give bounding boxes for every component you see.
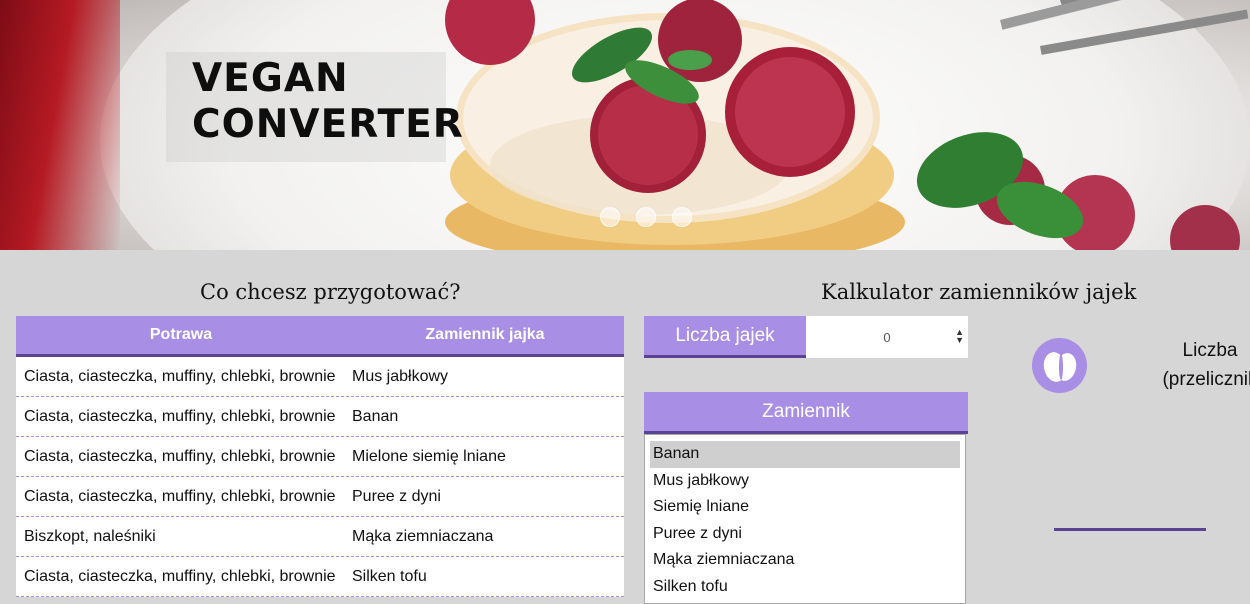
substitute-listbox[interactable]: Banan Mus jabłkowy Siemię lniane Puree z…	[644, 434, 966, 604]
egg-count-label: Liczba jajek	[644, 316, 806, 358]
hero-title-line2: CONVERTER	[192, 102, 464, 147]
substitute-option[interactable]: Mus jabłkowy	[650, 468, 960, 495]
result-underline	[1054, 528, 1206, 531]
cell-substitute: Mus jabłkowy	[352, 367, 449, 385]
substitute-option[interactable]: Banan	[650, 441, 960, 468]
table-section-title: Co chcesz przygotować?	[200, 280, 461, 304]
column-header-substitute: Zamiennik jajka	[425, 326, 545, 343]
calculator-title: Kalkulator zamienników jajek	[821, 280, 1137, 304]
substitute-option[interactable]: Mąka ziemniaczana	[650, 547, 960, 574]
number-spinner-icon[interactable]: ▲ ▼	[955, 328, 964, 345]
eggs-icon	[1032, 338, 1087, 393]
table-row: Ciasta, ciasteczka, muffiny, chlebki, br…	[16, 557, 624, 597]
hero-banner: VEGAN CONVERTER	[0, 0, 1250, 250]
egg-shapes-icon	[1043, 352, 1077, 382]
slider-dot-1[interactable]	[600, 207, 620, 227]
table-row: Ciasta, ciasteczka, muffiny, chlebki, br…	[16, 357, 624, 397]
cell-substitute: Mielone siemię lniane	[352, 447, 506, 465]
slider-dot-2[interactable]	[636, 207, 656, 227]
slider-dots	[600, 207, 692, 227]
table-row: Ciasta, ciasteczka, muffiny, chlebki, br…	[16, 437, 624, 477]
column-header-dish: Potrawa	[149, 326, 213, 343]
cell-substitute: Banan	[352, 407, 399, 425]
egg-count-input[interactable]: 0 ▲ ▼	[806, 316, 968, 358]
egg-substitute-table: Potrawa Zamiennik jajka Ciasta, ciastecz…	[16, 316, 624, 597]
result-label-line2: (przelicznik	[1162, 369, 1250, 390]
substitute-option[interactable]: Puree z dyni	[650, 521, 960, 548]
table-row: Biszkopt, naleśniki Mąka ziemniaczana	[16, 517, 624, 557]
substitute-header: Zamiennik	[644, 392, 968, 434]
table-row: Ciasta, ciasteczka, muffiny, chlebki, br…	[16, 397, 624, 437]
cell-dish: Biszkopt, naleśniki	[24, 527, 156, 545]
cell-dish: Ciasta, ciasteczka, muffiny, chlebki, br…	[24, 367, 336, 385]
hero-title: VEGAN CONVERTER	[192, 56, 464, 148]
cell-dish: Ciasta, ciasteczka, muffiny, chlebki, br…	[24, 567, 336, 585]
slider-dot-3[interactable]	[672, 207, 692, 227]
cell-substitute: Puree z dyni	[352, 487, 441, 505]
result-label-line1: Liczba	[1182, 340, 1238, 361]
cell-dish: Ciasta, ciasteczka, muffiny, chlebki, br…	[24, 407, 336, 425]
table-row: Ciasta, ciasteczka, muffiny, chlebki, br…	[16, 477, 624, 517]
cell-substitute: Mąka ziemniaczana	[352, 527, 494, 545]
cell-dish: Ciasta, ciasteczka, muffiny, chlebki, br…	[24, 487, 336, 505]
hero-title-line1: VEGAN	[192, 56, 349, 101]
cell-dish: Ciasta, ciasteczka, muffiny, chlebki, br…	[24, 447, 336, 465]
egg-count-control: Liczba jajek 0 ▲ ▼	[644, 316, 968, 358]
cell-substitute: Silken tofu	[352, 567, 427, 585]
substitute-option[interactable]: Siemię lniane	[650, 494, 960, 521]
substitute-option[interactable]: Silken tofu	[650, 574, 960, 601]
table-header: Potrawa Zamiennik jajka	[16, 316, 624, 357]
egg-count-value[interactable]: 0	[883, 330, 890, 345]
result-label: Liczba (przelicznik	[1140, 336, 1250, 394]
